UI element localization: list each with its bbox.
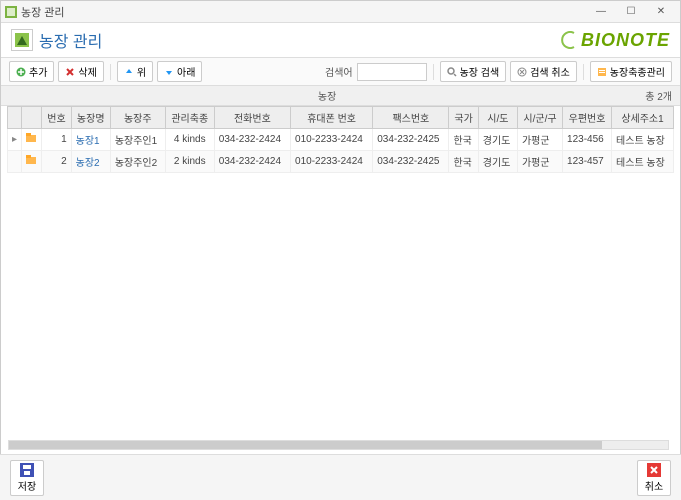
folder-icon bbox=[26, 155, 36, 165]
grid-wrap: 번호 농장명 농장주 관리축종 전화번호 휴대폰 번호 팩스번호 국가 시/도 … bbox=[1, 106, 680, 466]
row-pointer: ▸ bbox=[8, 129, 22, 151]
header-icon bbox=[11, 29, 33, 51]
cell-owner: 농장주인1 bbox=[110, 129, 165, 151]
separator bbox=[583, 64, 584, 80]
arrow-down-icon bbox=[164, 67, 174, 77]
cell-no: 1 bbox=[42, 129, 71, 151]
cell-country: 한국 bbox=[449, 151, 478, 173]
cell-fax: 034-232-2425 bbox=[373, 129, 449, 151]
col-addr[interactable]: 상세주소1 bbox=[612, 107, 674, 129]
col-icon bbox=[22, 107, 42, 129]
col-tel[interactable]: 전화번호 bbox=[214, 107, 290, 129]
up-label: 위 bbox=[137, 64, 146, 79]
table-header-row: 번호 농장명 농장주 관리축종 전화번호 휴대폰 번호 팩스번호 국가 시/도 … bbox=[8, 107, 674, 129]
delete-button[interactable]: 삭제 bbox=[58, 61, 103, 82]
toolbar: 추가 삭제 위 아래 검색어 농장 검색 검색 취소 농장축종관리 bbox=[1, 57, 680, 86]
cell-tel: 034-232-2424 bbox=[214, 151, 290, 173]
farm-search-label: 농장 검색 bbox=[460, 64, 500, 79]
cell-phone: 010-2233-2424 bbox=[291, 129, 373, 151]
col-name[interactable]: 농장명 bbox=[71, 107, 110, 129]
col-owner[interactable]: 농장주 bbox=[110, 107, 165, 129]
page-title: 농장 관리 bbox=[39, 28, 102, 52]
titlebar: 농장 관리 — ☐ ✕ bbox=[1, 1, 680, 23]
search-cancel-label: 검색 취소 bbox=[530, 64, 570, 79]
separator bbox=[110, 64, 111, 80]
down-label: 아래 bbox=[177, 64, 195, 79]
cell-prov: 경기도 bbox=[478, 129, 517, 151]
search-icon bbox=[447, 67, 457, 77]
save-button[interactable]: 저장 bbox=[10, 460, 44, 496]
cell-addr: 테스트 농장 bbox=[612, 151, 674, 173]
cell-zip: 123-457 bbox=[563, 151, 612, 173]
arrow-up-icon bbox=[124, 67, 134, 77]
horizontal-scrollbar[interactable] bbox=[8, 440, 669, 450]
delete-label: 삭제 bbox=[78, 64, 96, 79]
down-button[interactable]: 아래 bbox=[157, 61, 202, 82]
row-icon-cell bbox=[22, 129, 42, 151]
cell-prov: 경기도 bbox=[478, 151, 517, 173]
cell-species: 4 kinds bbox=[165, 129, 214, 151]
cell-city: 가평군 bbox=[517, 129, 562, 151]
cell-species: 2 kinds bbox=[165, 151, 214, 173]
search-input[interactable] bbox=[357, 63, 427, 81]
species-icon bbox=[597, 67, 607, 77]
cell-addr: 테스트 농장 bbox=[612, 129, 674, 151]
search-cancel-button[interactable]: 검색 취소 bbox=[510, 61, 577, 82]
plus-icon bbox=[16, 67, 26, 77]
cell-phone: 010-2233-2424 bbox=[291, 151, 373, 173]
cell-name[interactable]: 농장2 bbox=[71, 151, 110, 173]
cell-city: 가평군 bbox=[517, 151, 562, 173]
header: 농장 관리 BIONOTE bbox=[1, 23, 680, 57]
col-prov[interactable]: 시/도 bbox=[478, 107, 517, 129]
close-icon bbox=[647, 463, 661, 477]
species-mgmt-button[interactable]: 농장축종관리 bbox=[590, 61, 672, 82]
farm-search-button[interactable]: 농장 검색 bbox=[440, 61, 507, 82]
col-pointer bbox=[8, 107, 22, 129]
cell-owner: 농장주인2 bbox=[110, 151, 165, 173]
window-title: 농장 관리 bbox=[21, 4, 586, 20]
row-icon-cell bbox=[22, 151, 42, 173]
cancel-label: 취소 bbox=[645, 478, 663, 493]
separator bbox=[433, 64, 434, 80]
close-button[interactable]: ✕ bbox=[646, 3, 676, 21]
minimize-button[interactable]: — bbox=[586, 3, 616, 21]
cell-tel: 034-232-2424 bbox=[214, 129, 290, 151]
footer: 저장 취소 bbox=[0, 454, 681, 500]
row-pointer bbox=[8, 151, 22, 173]
up-button[interactable]: 위 bbox=[117, 61, 153, 82]
col-species[interactable]: 관리축종 bbox=[165, 107, 214, 129]
cancel-icon bbox=[517, 67, 527, 77]
save-icon bbox=[20, 463, 34, 477]
cancel-button[interactable]: 취소 bbox=[637, 460, 671, 496]
maximize-button[interactable]: ☐ bbox=[616, 3, 646, 21]
cell-country: 한국 bbox=[449, 129, 478, 151]
delete-icon bbox=[65, 67, 75, 77]
cell-zip: 123-456 bbox=[563, 129, 612, 151]
brand-text: BIONOTE bbox=[581, 30, 670, 50]
col-zip[interactable]: 우편번호 bbox=[563, 107, 612, 129]
table-row[interactable]: 2농장2농장주인22 kinds034-232-2424010-2233-242… bbox=[8, 151, 674, 173]
col-phone[interactable]: 휴대폰 번호 bbox=[291, 107, 373, 129]
farm-table: 번호 농장명 농장주 관리축종 전화번호 휴대폰 번호 팩스번호 국가 시/도 … bbox=[7, 106, 674, 173]
add-button[interactable]: 추가 bbox=[9, 61, 54, 82]
search-label: 검색어 bbox=[325, 64, 353, 79]
section-title: 농장 bbox=[9, 88, 645, 103]
brand-logo: BIONOTE bbox=[561, 30, 670, 51]
app-icon bbox=[5, 6, 17, 18]
species-mgmt-label: 농장축종관리 bbox=[610, 64, 665, 79]
col-country[interactable]: 국가 bbox=[449, 107, 478, 129]
section-total: 총 2개 bbox=[645, 88, 672, 103]
col-fax[interactable]: 팩스번호 bbox=[373, 107, 449, 129]
cell-no: 2 bbox=[42, 151, 71, 173]
cell-name[interactable]: 농장1 bbox=[71, 129, 110, 151]
cell-fax: 034-232-2425 bbox=[373, 151, 449, 173]
col-city[interactable]: 시/군/구 bbox=[517, 107, 562, 129]
save-label: 저장 bbox=[18, 478, 36, 493]
section-header: 농장 총 2개 bbox=[1, 86, 680, 106]
add-label: 추가 bbox=[29, 64, 47, 79]
table-row[interactable]: ▸ 1농장1농장주인14 kinds034-232-2424010-2233-24… bbox=[8, 129, 674, 151]
folder-icon bbox=[26, 133, 36, 143]
col-no[interactable]: 번호 bbox=[42, 107, 71, 129]
